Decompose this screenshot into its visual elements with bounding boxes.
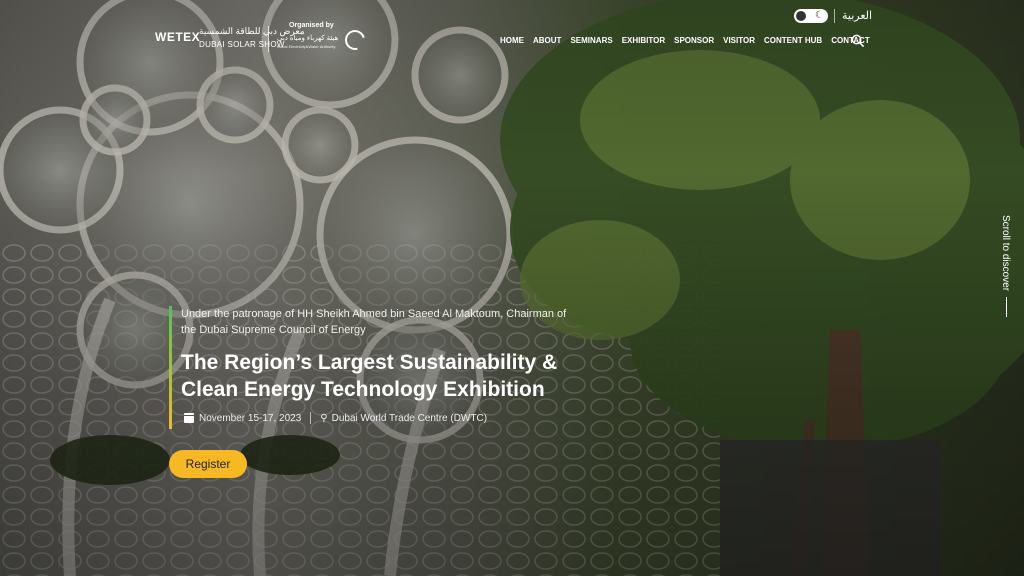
- theme-toggle[interactable]: ☾: [794, 9, 828, 23]
- nav-visitor[interactable]: VISITOR: [723, 36, 755, 45]
- wetex-logo[interactable]: WETEX معرض دبي للطاقة الشمسية DUBAI SOLA…: [155, 22, 370, 58]
- topbar-divider: [834, 9, 835, 23]
- search-icon[interactable]: [851, 34, 864, 47]
- meta-divider: [310, 412, 312, 424]
- hero-background: [0, 0, 1024, 576]
- scroll-indicator[interactable]: Scroll to discover: [1000, 215, 1016, 325]
- organiser-arabic: هيئة كهرباء ومياه دبي: [277, 35, 339, 42]
- calendar-icon: [184, 413, 194, 423]
- scroll-line: [1006, 297, 1007, 317]
- moon-icon: ☾: [815, 10, 824, 21]
- patronage-text: Under the patronage of HH Sheikh Ahmed b…: [181, 308, 567, 336]
- nav-sponsor[interactable]: SPONSOR: [674, 36, 714, 45]
- nav-exhibitor[interactable]: EXHIBITOR: [622, 36, 665, 45]
- nav-about[interactable]: ABOUT: [533, 36, 561, 45]
- logo-divider: [268, 26, 269, 52]
- nav-seminars[interactable]: SEMINARS: [570, 36, 612, 45]
- organised-by-label: Organised by: [289, 22, 334, 29]
- event-venue: Dubai World Trade Centre (DWTC): [331, 412, 488, 424]
- logo-dubai-solar-show: DUBAI SOLAR SHOW: [199, 40, 285, 49]
- nav-content-hub[interactable]: CONTENT HUB: [764, 36, 822, 45]
- logo-wetex-text: WETEX: [155, 30, 201, 44]
- event-meta: November 15-17, 2023 ⚲ Dubai World Trade…: [184, 412, 487, 424]
- location-pin-icon: ⚲: [320, 412, 328, 424]
- hero-headline: The Region’s Largest Sustainability & Cl…: [181, 351, 558, 401]
- event-date: November 15-17, 2023: [199, 412, 302, 424]
- sun-icon: [796, 11, 806, 21]
- organiser-english: Dubai Electricity&Water Authority: [277, 44, 336, 49]
- nav-home[interactable]: HOME: [500, 36, 524, 45]
- scroll-hint-text: Scroll to discover: [1000, 215, 1011, 292]
- dewa-logo-icon: [341, 26, 369, 54]
- main-nav: HOME ABOUT SEMINARS EXHIBITOR SPONSOR VI…: [500, 36, 879, 45]
- language-switch-link[interactable]: العربية: [842, 9, 872, 22]
- register-button[interactable]: Register: [169, 450, 247, 478]
- accent-bar: [169, 306, 172, 429]
